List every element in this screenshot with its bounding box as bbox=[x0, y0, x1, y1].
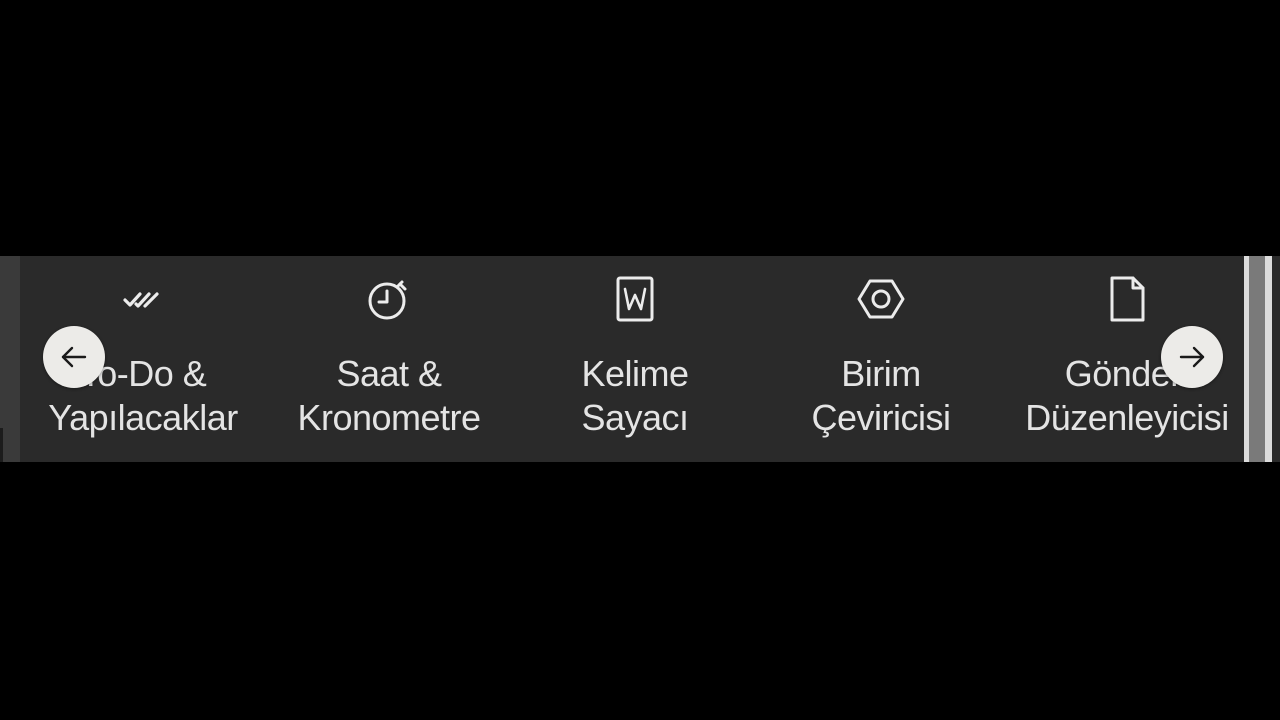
tool-label-line2: Kronometre bbox=[297, 397, 481, 438]
tool-label-line2: Düzenleyicisi bbox=[1025, 397, 1229, 438]
tool-card-clock[interactable]: Saat & Kronometre bbox=[266, 256, 512, 462]
tool-card-unit-converter[interactable]: Birim Çeviricisi bbox=[758, 256, 1004, 462]
tool-carousel: To-Do & Yapılacaklar Saat & Kronometre K… bbox=[0, 256, 1280, 462]
scrollbar-thumb[interactable] bbox=[1249, 256, 1265, 462]
tool-label-line2: Çeviricisi bbox=[811, 397, 952, 438]
carousel-next-button[interactable] bbox=[1161, 326, 1223, 388]
vertical-scrollbar[interactable] bbox=[1244, 256, 1272, 462]
tool-label-line2: Yapılacaklar bbox=[48, 397, 238, 438]
carousel-prev-button[interactable] bbox=[43, 326, 105, 388]
carousel-left-edge bbox=[0, 256, 20, 462]
stopwatch-icon bbox=[365, 275, 413, 323]
tool-label: Birim Çeviricisi bbox=[758, 352, 1004, 440]
left-edge-notch bbox=[0, 428, 3, 462]
tool-label-line1: Birim bbox=[841, 353, 921, 394]
arrow-right-icon bbox=[1179, 346, 1205, 368]
tool-label-line1: Kelime bbox=[581, 353, 689, 394]
hexagon-nut-icon bbox=[857, 275, 905, 323]
tool-label: Saat & Kronometre bbox=[266, 352, 512, 440]
tool-label-line2: Sayacı bbox=[581, 397, 689, 438]
tool-label: Kelime Sayacı bbox=[512, 352, 758, 440]
tool-card-word-counter[interactable]: Kelime Sayacı bbox=[512, 256, 758, 462]
double-check-icon bbox=[119, 275, 167, 323]
tool-label-line1: Saat & bbox=[336, 353, 442, 394]
arrow-left-icon bbox=[61, 346, 87, 368]
word-document-icon bbox=[611, 275, 659, 323]
document-icon bbox=[1103, 275, 1151, 323]
